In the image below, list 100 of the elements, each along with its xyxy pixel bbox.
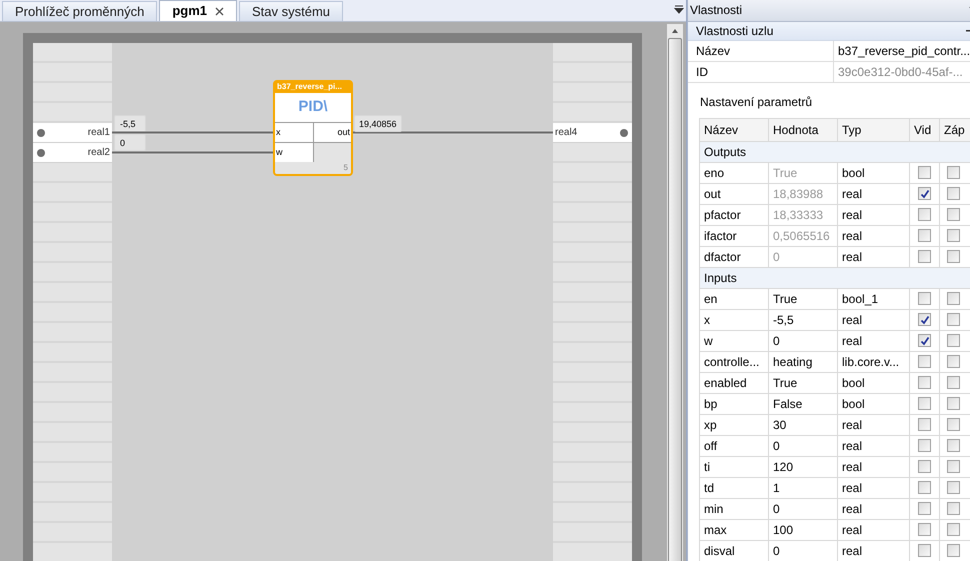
table-cell: real <box>838 204 910 225</box>
value-label: -5,5 <box>114 115 146 132</box>
column-header[interactable]: Hodnota <box>769 118 838 141</box>
table-cell: disval <box>700 540 769 561</box>
empty-port-area <box>314 142 351 162</box>
checkbox[interactable] <box>946 208 960 222</box>
checkbox[interactable] <box>918 460 931 474</box>
column-header[interactable]: Typ <box>838 118 910 141</box>
clock-icon <box>620 128 628 136</box>
block-index: 5 <box>344 162 348 174</box>
port-label: out <box>337 126 351 139</box>
checkbox[interactable] <box>918 523 931 536</box>
group-header[interactable]: Inputs <box>704 268 737 287</box>
checkbox[interactable] <box>946 187 960 200</box>
field-value[interactable]: b37_reverse_pid_contr... <box>834 40 970 61</box>
table-cell: lib.core.v... <box>838 352 910 372</box>
field-value[interactable]: 39c0e312-0bd0-45af-... <box>834 62 967 82</box>
checkbox[interactable] <box>946 544 960 558</box>
close-icon[interactable] <box>215 6 224 16</box>
checkbox[interactable] <box>946 355 960 368</box>
table-cell: real <box>838 498 910 519</box>
tab[interactable]: Prohlížeč proměnných <box>2 1 158 21</box>
column-header[interactable]: Vid <box>910 118 940 141</box>
checkbox[interactable] <box>946 439 960 452</box>
input-variable[interactable]: real2 <box>33 143 112 163</box>
checkbox[interactable] <box>918 334 931 348</box>
table-cell[interactable]: 120 <box>769 456 838 477</box>
input-variable[interactable]: real1 <box>33 123 112 143</box>
checkbox[interactable] <box>918 376 931 390</box>
table-cell: min <box>700 498 769 519</box>
checkbox[interactable] <box>918 502 931 516</box>
checkbox[interactable] <box>918 187 931 200</box>
table-cell[interactable]: False <box>769 394 838 414</box>
table-cell[interactable]: 0 <box>769 330 838 351</box>
table-cell[interactable]: heating <box>769 352 838 372</box>
checkbox[interactable] <box>946 250 960 264</box>
checkbox[interactable] <box>918 418 931 432</box>
table-cell: td <box>700 478 769 498</box>
output-variable[interactable]: real4 <box>553 123 632 143</box>
table-cell[interactable]: True <box>769 372 838 393</box>
table-cell: pfactor <box>700 204 769 225</box>
checkbox[interactable] <box>946 502 960 516</box>
table-cell[interactable]: -5,5 <box>769 310 838 330</box>
value-label: 19,40856 <box>354 115 402 132</box>
table-cell[interactable]: 0 <box>769 540 838 561</box>
column-header[interactable]: Záp <box>940 118 970 141</box>
checkbox[interactable] <box>918 397 931 410</box>
tab[interactable]: pgm1 <box>159 0 238 21</box>
checkbox[interactable] <box>918 355 931 368</box>
dropdown-icon[interactable] <box>674 5 684 15</box>
table-cell: real <box>838 310 910 330</box>
checkbox[interactable] <box>946 334 960 348</box>
collapse-icon[interactable] <box>966 30 970 32</box>
table-cell: real <box>838 520 910 540</box>
params-title: Nastavení parametrů <box>699 94 814 111</box>
checkbox[interactable] <box>946 481 960 494</box>
function-block[interactable]: b37_reverse_pi... PID\ x w out 5 <box>273 80 353 176</box>
checkbox[interactable] <box>918 208 931 222</box>
table-cell: real <box>838 330 910 351</box>
checkbox[interactable] <box>918 166 931 180</box>
field-label: Název <box>688 40 834 61</box>
checkbox[interactable] <box>946 292 960 306</box>
table-cell[interactable]: 0 <box>769 436 838 456</box>
value-label: 0 <box>114 134 146 151</box>
table-cell: bp <box>700 394 769 414</box>
checkbox[interactable] <box>918 229 931 242</box>
table-cell: real <box>838 184 910 204</box>
table-cell: ti <box>700 456 769 477</box>
port-label: w <box>275 146 282 159</box>
checkbox[interactable] <box>946 418 960 432</box>
checkbox[interactable] <box>918 544 931 558</box>
table-cell: ifactor <box>700 226 769 246</box>
checkbox[interactable] <box>918 250 931 264</box>
checkbox[interactable] <box>918 292 931 306</box>
table-cell: real <box>838 414 910 435</box>
table-cell[interactable]: 1 <box>769 478 838 498</box>
table-cell: controlle... <box>700 352 769 372</box>
table-cell: bool <box>838 394 910 414</box>
table-cell[interactable]: True <box>769 288 838 309</box>
checkbox[interactable] <box>946 229 960 242</box>
table-cell: xp <box>700 414 769 435</box>
table-cell: real <box>838 478 910 498</box>
column-header[interactable]: Název <box>700 118 769 141</box>
table-cell[interactable]: 30 <box>769 414 838 435</box>
checkbox[interactable] <box>946 166 960 180</box>
checkbox[interactable] <box>946 313 960 326</box>
table-cell[interactable]: 0 <box>769 498 838 519</box>
checkbox[interactable] <box>946 376 960 390</box>
checkbox[interactable] <box>918 313 931 326</box>
checkbox[interactable] <box>918 481 931 494</box>
table-cell[interactable]: 100 <box>769 520 838 540</box>
group-header[interactable]: Outputs <box>704 142 746 161</box>
table-cell: dfactor <box>700 246 769 267</box>
table-cell: max <box>700 520 769 540</box>
checkbox[interactable] <box>946 397 960 410</box>
checkbox[interactable] <box>946 523 960 536</box>
tab[interactable]: Stav systému <box>239 1 344 21</box>
checkbox[interactable] <box>918 439 931 452</box>
checkbox[interactable] <box>946 460 960 474</box>
table-cell: real <box>838 246 910 267</box>
